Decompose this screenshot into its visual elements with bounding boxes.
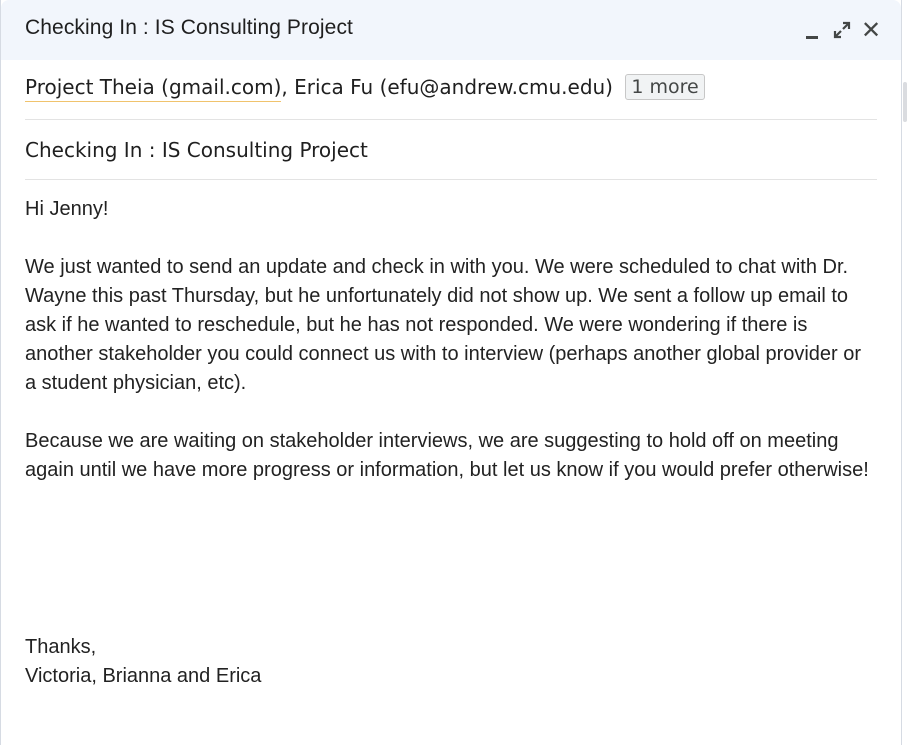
window-title: Checking In : IS Consulting Project (25, 16, 353, 39)
minimize-button[interactable] (801, 16, 825, 44)
recipient-chip[interactable]: Project Theia (gmail.com) (25, 74, 282, 102)
recipient-separator: , (281, 75, 295, 99)
body-paragraph: Because we are waiting on stakeholder in… (25, 430, 869, 481)
body-paragraph: We just wanted to send an update and che… (25, 256, 862, 394)
close-button[interactable]: ✕ (859, 16, 883, 44)
compose-titlebar[interactable]: Checking In : IS Consulting Project ✕ (1, 0, 901, 60)
close-icon: ✕ (860, 16, 882, 44)
divider (25, 119, 877, 120)
greeting-text: Hi Jenny! (25, 198, 109, 220)
expand-icon (833, 21, 851, 39)
maximize-button[interactable] (830, 16, 854, 44)
divider (25, 179, 877, 180)
signature-block: Thanks, Victoria, Brianna and Erica (25, 633, 261, 691)
minimize-icon (806, 36, 818, 39)
signoff-text: Thanks, (25, 636, 97, 658)
message-body[interactable]: Hi Jenny! We just wanted to send an upda… (25, 195, 873, 485)
more-recipients-button[interactable]: 1 more (625, 74, 705, 100)
compose-window: Checking In : IS Consulting Project ✕ Pr… (0, 0, 902, 745)
subject-field[interactable]: Checking In : IS Consulting Project (25, 138, 877, 162)
recipients-field[interactable]: Project Theia (gmail.com), Erica Fu (efu… (25, 74, 877, 108)
scrollbar-thumb[interactable] (903, 82, 907, 122)
recipient-chip[interactable]: Erica Fu (efu@andrew.cmu.edu) (294, 75, 613, 99)
signature-text: Victoria, Brianna and Erica (25, 665, 262, 687)
